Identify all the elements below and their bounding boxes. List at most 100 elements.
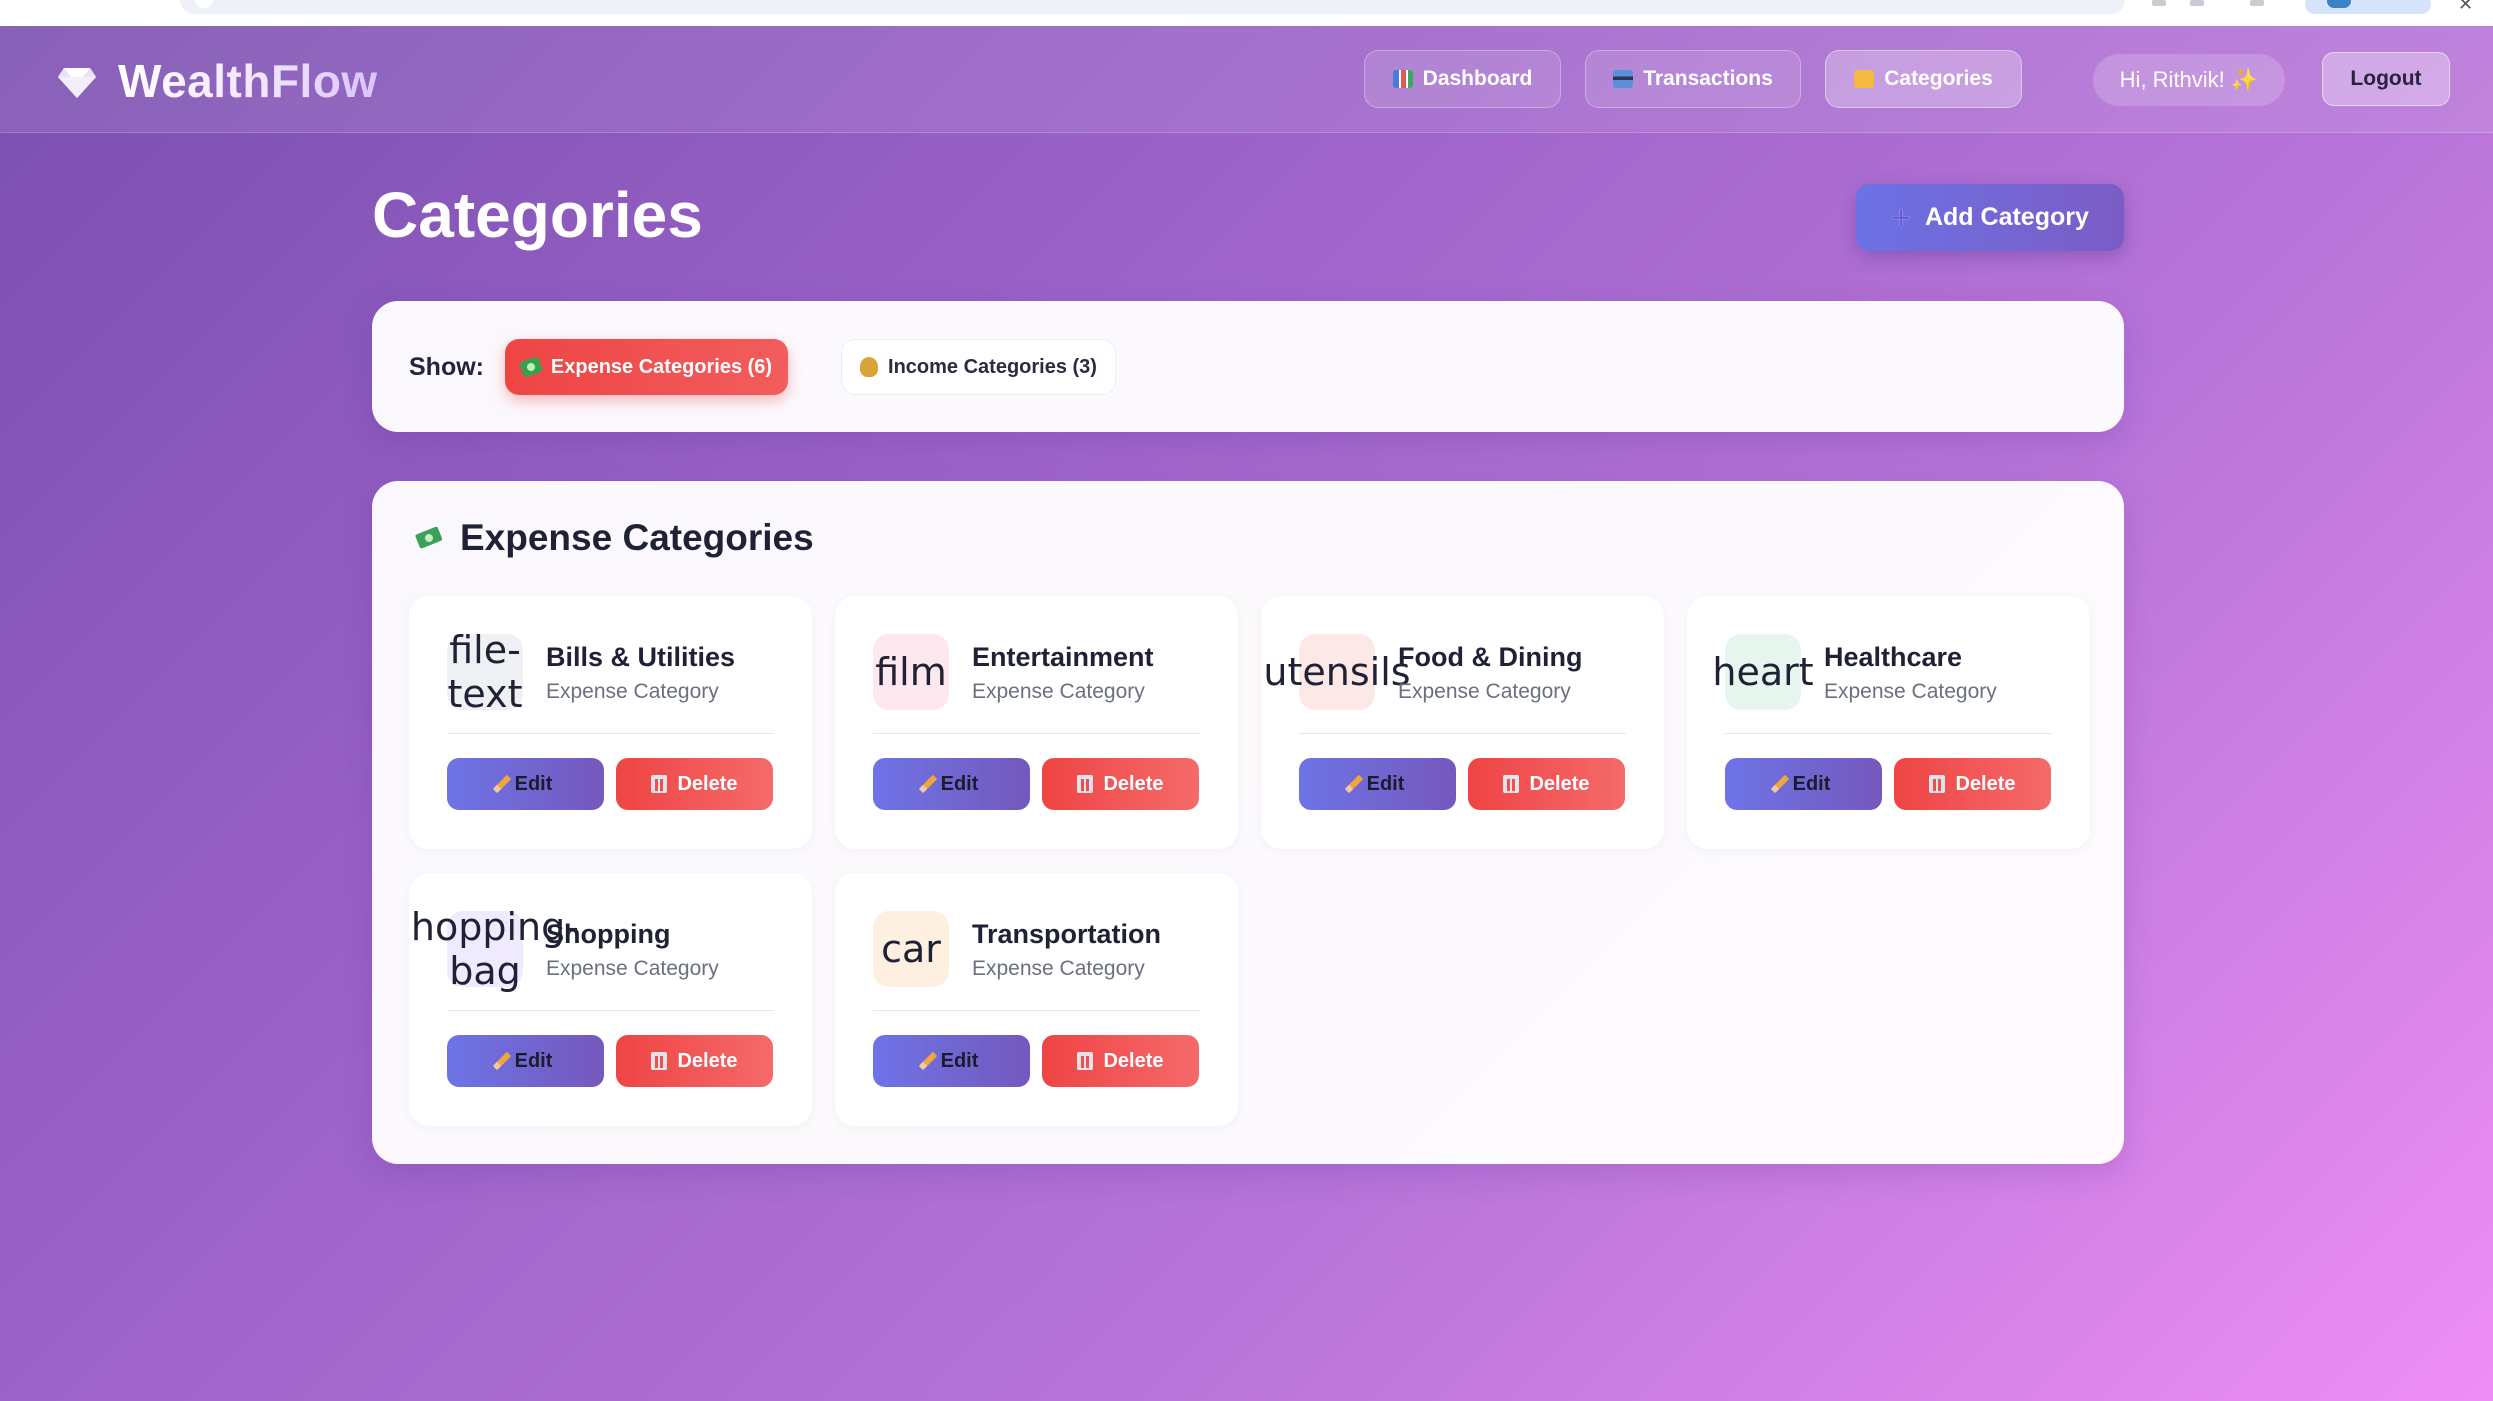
category-icon-box: shopping-bag — [409, 905, 579, 993]
page-title: Categories — [372, 179, 703, 251]
category-icon-box: film — [873, 634, 949, 710]
money-with-wings-icon — [518, 356, 544, 378]
category-card: car Transportation Expense Category Edit… — [835, 873, 1238, 1126]
edit-button[interactable]: Edit — [873, 1035, 1030, 1087]
edit-label: Edit — [940, 772, 979, 795]
diamond-icon — [58, 68, 96, 98]
delete-button[interactable]: Delete — [1894, 758, 2051, 810]
trash-icon — [1077, 1052, 1094, 1070]
edit-label: Edit — [514, 1049, 553, 1072]
trash-icon — [651, 775, 668, 793]
file-text-icon: file-text — [447, 628, 523, 716]
add-category-label: Add Category — [1924, 203, 2089, 231]
edit-button[interactable]: Edit — [447, 1035, 604, 1087]
top-navbar: WealthFlow Dashboard Transactions Catego… — [0, 26, 2493, 133]
pencil-icon — [492, 774, 511, 794]
expense-filter-label: Expense Categories (6) — [550, 355, 773, 378]
category-icon-box: utensils — [1263, 634, 1411, 710]
nav-transactions[interactable]: Transactions — [1585, 50, 1801, 108]
category-name: Entertainment — [972, 642, 1154, 672]
logout-button[interactable]: Logout — [2322, 52, 2450, 106]
income-filter-button[interactable]: Income Categories (3) — [841, 339, 1116, 395]
delete-label: Delete — [1529, 772, 1590, 795]
section-title: Expense Categories — [414, 517, 814, 559]
category-name: Bills & Utilities — [546, 642, 736, 672]
delete-label: Delete — [677, 1049, 738, 1072]
edit-label: Edit — [1366, 772, 1405, 795]
category-name: Shopping — [546, 919, 671, 949]
profile-button[interactable] — [2305, 0, 2431, 14]
category-type: Expense Category — [1824, 680, 1997, 703]
category-filter-card: Show: Expense Categories (6) Income Cate… — [372, 301, 2124, 432]
money-with-wings-icon — [415, 526, 443, 549]
category-card: heart Healthcare Expense Category Edit D… — [1687, 596, 2090, 849]
pencil-icon — [918, 774, 937, 794]
nav-dashboard[interactable]: Dashboard — [1364, 50, 1561, 108]
edit-label: Edit — [940, 1049, 979, 1072]
edit-button[interactable]: Edit — [1299, 758, 1456, 810]
delete-label: Delete — [1103, 1049, 1164, 1072]
site-info-icon[interactable] — [194, 0, 214, 8]
trash-icon — [651, 1052, 668, 1070]
nav-dashboard-label: Dashboard — [1422, 67, 1533, 90]
delete-label: Delete — [1103, 772, 1164, 795]
divider — [447, 733, 774, 734]
address-bar[interactable] — [180, 0, 2125, 14]
trash-icon — [1929, 775, 1946, 793]
income-filter-label: Income Categories (3) — [888, 355, 1097, 378]
delete-label: Delete — [1955, 772, 2016, 795]
film-icon: film — [875, 650, 947, 694]
delete-button[interactable]: Delete — [1468, 758, 1625, 810]
divider — [873, 733, 1200, 734]
app-name: WealthFlow — [118, 55, 378, 107]
divider — [1725, 733, 2052, 734]
user-greeting: Hi, Rithvik! ✨ — [2093, 54, 2285, 106]
browser-extension-icon[interactable] — [2152, 0, 2166, 6]
category-card: utensils Food & Dining Expense Category … — [1261, 596, 1664, 849]
greeting-text: Hi, Rithvik! ✨ — [2119, 67, 2259, 92]
browser-toolbar: ✕ — [0, 0, 2493, 26]
avatar — [2327, 0, 2351, 8]
category-card: film Entertainment Expense Category Edit… — [835, 596, 1238, 849]
edit-button[interactable]: Edit — [873, 758, 1030, 810]
folder-icon — [1854, 70, 1875, 88]
utensils-icon: utensils — [1263, 650, 1411, 694]
browser-extension-icon[interactable] — [2250, 0, 2264, 6]
delete-button[interactable]: Delete — [616, 758, 773, 810]
edit-button[interactable]: Edit — [447, 758, 604, 810]
delete-button[interactable]: Delete — [1042, 758, 1199, 810]
shopping-bag-icon: shopping-bag — [409, 905, 579, 993]
nav-transactions-label: Transactions — [1643, 67, 1773, 90]
category-type: Expense Category — [972, 680, 1145, 703]
delete-label: Delete — [677, 772, 738, 795]
divider — [873, 1010, 1200, 1011]
edit-button[interactable]: Edit — [1725, 758, 1882, 810]
add-category-button[interactable]: + Add Category — [1856, 184, 2124, 251]
category-icon-box: car — [873, 911, 949, 987]
divider — [447, 1010, 774, 1011]
category-icon-box: file-text — [447, 628, 523, 716]
money-bag-icon — [860, 357, 879, 377]
expense-filter-button[interactable]: Expense Categories (6) — [505, 339, 788, 395]
edit-label: Edit — [514, 772, 553, 795]
credit-card-icon — [1613, 70, 1634, 88]
nav-categories[interactable]: Categories — [1825, 50, 2022, 108]
browser-extension-icon[interactable] — [2190, 0, 2204, 6]
category-name: Transportation — [972, 919, 1162, 949]
edit-label: Edit — [1792, 772, 1831, 795]
plus-icon: + — [1891, 198, 1911, 237]
category-type: Expense Category — [546, 957, 719, 980]
category-name: Healthcare — [1824, 642, 1963, 672]
trash-icon — [1077, 775, 1094, 793]
expense-categories-panel: Expense Categories file-text Bills & Uti… — [372, 481, 2124, 1164]
delete-button[interactable]: Delete — [1042, 1035, 1199, 1087]
category-type: Expense Category — [972, 957, 1145, 980]
filter-label: Show: — [409, 353, 484, 381]
app-logo[interactable]: WealthFlow — [56, 54, 378, 108]
section-title-text: Expense Categories — [460, 517, 814, 558]
delete-button[interactable]: Delete — [616, 1035, 773, 1087]
category-type: Expense Category — [546, 680, 719, 703]
pencil-icon — [1344, 774, 1363, 794]
close-icon[interactable]: ✕ — [2458, 0, 2473, 15]
pencil-icon — [492, 1051, 511, 1071]
